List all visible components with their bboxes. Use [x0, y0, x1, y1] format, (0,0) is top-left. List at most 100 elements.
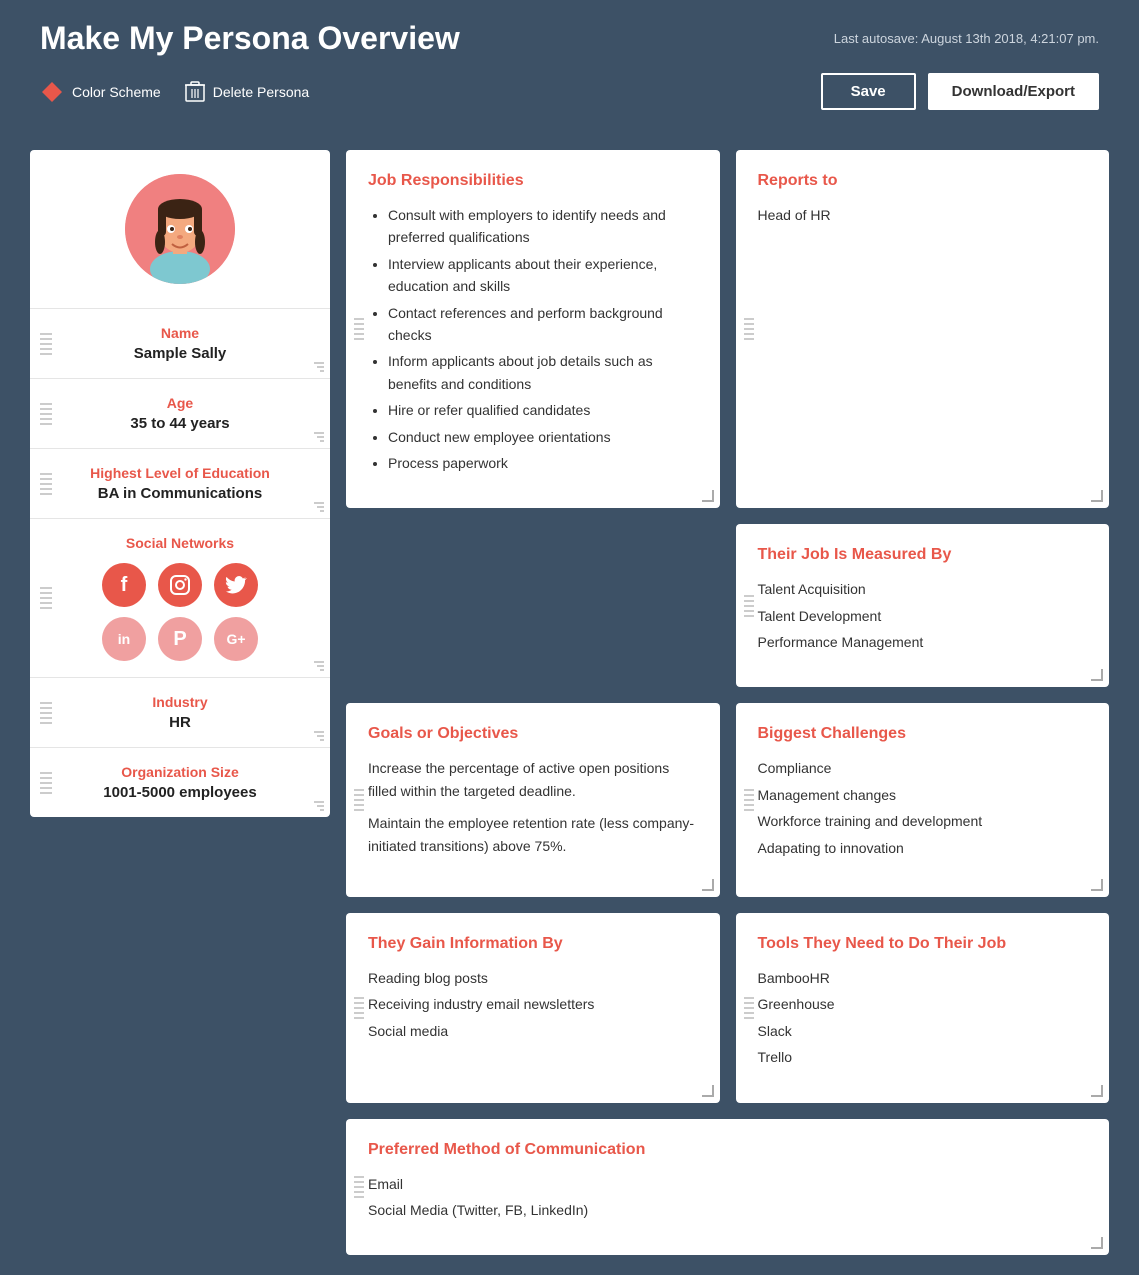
- education-label: Highest Level of Education: [50, 465, 310, 481]
- list-item: Talent Development: [758, 605, 1088, 627]
- tools-card: Tools They Need to Do Their Job BambooHR…: [736, 913, 1110, 1103]
- tools-title: Tools They Need to Do Their Job: [758, 935, 1088, 953]
- job-responsibilities-card: Job Responsibilities Consult with employ…: [346, 150, 720, 508]
- age-drag-handle[interactable]: [40, 403, 52, 425]
- industry-drag-handle[interactable]: [40, 702, 52, 724]
- name-drag-handle[interactable]: [40, 333, 52, 355]
- industry-value: HR: [50, 714, 310, 731]
- biggest-challenges-card: Biggest Challenges Compliance Management …: [736, 703, 1110, 897]
- download-button[interactable]: Download/Export: [928, 73, 1099, 110]
- list-item: BambooHR: [758, 967, 1088, 989]
- challenges-content: Compliance Management changes Workforce tr…: [758, 757, 1088, 859]
- list-item: Greenhouse: [758, 993, 1088, 1015]
- goals-drag-handle[interactable]: [354, 789, 364, 811]
- age-label: Age: [50, 395, 310, 411]
- delete-persona-label: Delete Persona: [213, 84, 310, 100]
- list-item: Inform applicants about job details such…: [388, 350, 698, 395]
- persona-illustration: [125, 174, 235, 284]
- list-item: Slack: [758, 1020, 1088, 1042]
- goals-title: Goals or Objectives: [368, 725, 698, 743]
- goals-resize[interactable]: [702, 879, 714, 891]
- save-button[interactable]: Save: [821, 73, 916, 110]
- list-item: Conduct new employee orientations: [388, 426, 698, 448]
- job-resp-resize[interactable]: [702, 490, 714, 502]
- list-item: Management changes: [758, 784, 1088, 806]
- challenges-drag-handle[interactable]: [744, 789, 754, 811]
- header-top: Make My Persona Overview Last autosave: …: [40, 20, 1099, 73]
- communication-card: Preferred Method of Communication EmailS…: [346, 1119, 1109, 1256]
- name-value: Sample Sally: [50, 345, 310, 362]
- list-item: Hire or refer qualified candidates: [388, 399, 698, 421]
- job-measured-card: Their Job Is Measured By Talent Acquisit…: [736, 524, 1110, 687]
- social-icons-grid: f in P: [50, 563, 310, 661]
- goals-paragraph: Increase the percentage of active open p…: [368, 757, 698, 802]
- job-resp-drag-handle[interactable]: [354, 318, 364, 340]
- gain-info-drag-handle[interactable]: [354, 997, 364, 1019]
- name-field: Name Sample Sally: [30, 309, 330, 379]
- communication-resize[interactable]: [1091, 1237, 1103, 1249]
- tools-drag-handle[interactable]: [744, 997, 754, 1019]
- education-field: Highest Level of Education BA in Communi…: [30, 449, 330, 519]
- job-measured-content: Talent Acquisition Talent Development Perf…: [758, 578, 1088, 653]
- social-drag-handle[interactable]: [40, 587, 52, 609]
- gain-info-resize[interactable]: [702, 1085, 714, 1097]
- tools-resize[interactable]: [1091, 1085, 1103, 1097]
- twitter-icon[interactable]: [214, 563, 258, 607]
- list-item: Social Media (Twitter, FB, LinkedIn): [368, 1199, 1087, 1221]
- color-scheme-button[interactable]: Color Scheme: [40, 80, 161, 104]
- toolbar-left: Color Scheme Delete Persona: [40, 80, 309, 104]
- persona-grid: Job Responsibilities Consult with employ…: [346, 150, 1109, 1255]
- reports-to-content: Head of HR: [758, 204, 1088, 226]
- challenges-resize[interactable]: [1091, 879, 1103, 891]
- education-drag-handle[interactable]: [40, 473, 52, 495]
- communication-content: Email Social Media (Twitter, FB, LinkedIn…: [368, 1173, 1087, 1222]
- education-resize-handle[interactable]: [314, 502, 324, 512]
- name-resize-handle[interactable]: [314, 362, 324, 372]
- list-item: Reading blog posts: [368, 967, 698, 989]
- reports-to-card: Reports to Head of HR: [736, 150, 1110, 508]
- org-size-resize-handle[interactable]: [314, 801, 324, 811]
- tools-content: BambooHR Greenhouse Slack Trello: [758, 967, 1088, 1069]
- list-item: Compliance: [758, 757, 1088, 779]
- list-item: Adapating to innovation: [758, 837, 1088, 859]
- challenges-title: Biggest Challenges: [758, 725, 1088, 743]
- name-label: Name: [50, 325, 310, 341]
- job-responsibilities-content: Consult with employers to identify needs…: [368, 204, 698, 474]
- reports-to-resize[interactable]: [1091, 490, 1103, 502]
- org-size-field: Organization Size 1001-5000 employees: [30, 748, 330, 817]
- age-field: Age 35 to 44 years: [30, 379, 330, 449]
- list-item: Process paperwork: [388, 452, 698, 474]
- list-item: Consult with employers to identify needs…: [388, 204, 698, 249]
- page-title: Make My Persona Overview: [40, 20, 460, 57]
- pinterest-icon[interactable]: P: [158, 617, 202, 661]
- industry-resize-handle[interactable]: [314, 731, 324, 741]
- reports-to-title: Reports to: [758, 172, 1088, 190]
- list-item: Talent Acquisition: [758, 578, 1088, 600]
- delete-icon: [185, 80, 205, 104]
- job-measured-drag-handle[interactable]: [744, 595, 754, 617]
- org-size-value: 1001-5000 employees: [50, 784, 310, 801]
- gain-info-card: They Gain Information By Reading blog po…: [346, 913, 720, 1103]
- instagram-icon[interactable]: [158, 563, 202, 607]
- job-responsibilities-title: Job Responsibilities: [368, 172, 698, 190]
- avatar-section: [30, 150, 330, 309]
- reports-to-drag-handle[interactable]: [744, 318, 754, 340]
- social-networks-field: Social Networks f: [30, 519, 330, 678]
- header-toolbar: Color Scheme Delete Persona Save Downloa…: [40, 73, 1099, 130]
- gain-info-content: Reading blog postsReceiving industry ema…: [368, 967, 698, 1042]
- delete-persona-button[interactable]: Delete Persona: [185, 80, 310, 104]
- age-resize-handle[interactable]: [314, 432, 324, 442]
- list-item: Email: [368, 1173, 1087, 1195]
- industry-label: Industry: [50, 694, 310, 710]
- facebook-icon[interactable]: f: [102, 563, 146, 607]
- social-resize-handle[interactable]: [314, 661, 324, 671]
- communication-drag-handle[interactable]: [354, 1176, 364, 1198]
- job-measured-resize[interactable]: [1091, 669, 1103, 681]
- list-item: Workforce training and development: [758, 810, 1088, 832]
- googleplus-icon[interactable]: G+: [214, 617, 258, 661]
- list-item: Performance Management: [758, 631, 1088, 653]
- avatar: [125, 174, 235, 284]
- list-item: Trello: [758, 1046, 1088, 1068]
- org-size-drag-handle[interactable]: [40, 772, 52, 794]
- linkedin-icon[interactable]: in: [102, 617, 146, 661]
